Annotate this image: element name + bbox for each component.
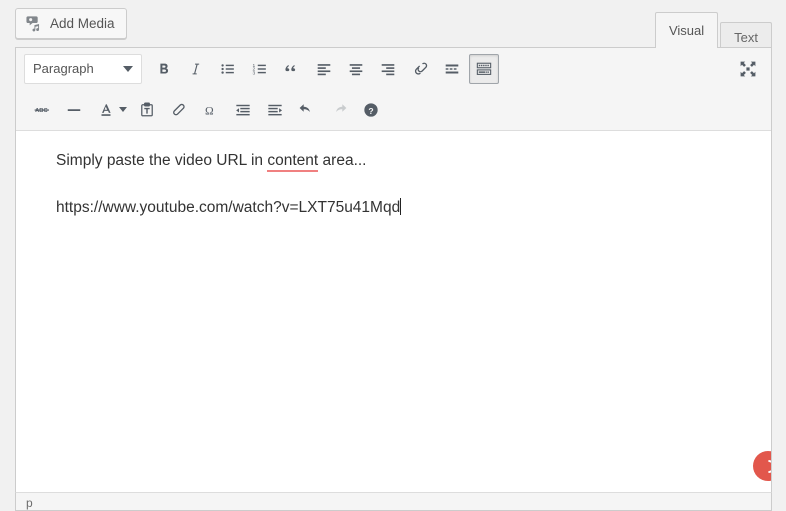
tinymce-editor: Paragraph 1 2 3 ABC Ω ? Simply paste the… <box>15 47 772 511</box>
clear-formatting-button[interactable] <box>164 95 194 125</box>
strikethrough-button[interactable]: ABC <box>27 95 57 125</box>
horizontal-line-button[interactable] <box>59 95 89 125</box>
content-paragraph-1: Simply paste the video URL in content ar… <box>56 149 751 174</box>
redo-button[interactable] <box>324 95 354 125</box>
special-character-button[interactable]: Ω <box>196 95 226 125</box>
italic-button[interactable] <box>181 54 211 84</box>
svg-text:?: ? <box>368 105 373 115</box>
chevron-down-icon <box>119 107 127 112</box>
content-paragraph-2: https://www.youtube.com/watch?v=LXT75u41… <box>56 196 751 221</box>
paste-as-text-button[interactable] <box>132 95 162 125</box>
editor-toolbar: Paragraph 1 2 3 ABC Ω ? <box>16 48 771 131</box>
toolbar-row-primary: Paragraph 1 2 3 <box>16 48 771 89</box>
add-media-button[interactable]: Add Media <box>15 8 127 39</box>
svg-text:3: 3 <box>252 70 255 76</box>
editor-content-area[interactable]: Simply paste the video URL in content ar… <box>16 131 771 487</box>
spinner-arc-icon <box>758 456 771 476</box>
align-center-button[interactable] <box>341 54 371 84</box>
decrease-indent-button[interactable] <box>228 95 258 125</box>
media-icon <box>25 15 43 33</box>
toolbar-toggle-button[interactable] <box>469 53 499 84</box>
tab-visual[interactable]: Visual <box>654 12 719 48</box>
bulleted-list-button[interactable] <box>213 54 243 84</box>
add-media-label: Add Media <box>50 16 115 31</box>
numbered-list-button[interactable]: 1 2 3 <box>245 54 275 84</box>
align-left-button[interactable] <box>309 54 339 84</box>
bold-button[interactable] <box>149 54 179 84</box>
svg-text:ABC: ABC <box>35 108 47 114</box>
editor-status-bar: p <box>15 492 772 511</box>
toolbar-row-secondary: ABC Ω ? <box>16 89 771 130</box>
chevron-down-icon <box>123 65 133 72</box>
text-caret <box>400 197 402 215</box>
editor-top-bar: Add Media Visual Text <box>0 0 786 53</box>
read-more-button[interactable] <box>437 54 467 84</box>
loading-badge[interactable] <box>753 451 771 481</box>
distraction-free-button[interactable] <box>733 54 763 84</box>
blockquote-button[interactable] <box>277 54 307 84</box>
text-color-dropdown[interactable] <box>116 95 130 125</box>
editor-mode-tabs: Visual Text <box>653 12 772 53</box>
svg-text:Ω: Ω <box>205 104 214 117</box>
paragraph-1-text-before: Simply paste the video URL in <box>56 152 268 169</box>
increase-indent-button[interactable] <box>260 95 290 125</box>
keyboard-shortcuts-button[interactable]: ? <box>356 95 386 125</box>
element-path[interactable]: p <box>26 496 33 510</box>
undo-button[interactable] <box>292 95 322 125</box>
format-select-value: Paragraph <box>33 61 94 76</box>
paragraph-1-text-after: area... <box>318 152 367 169</box>
align-right-button[interactable] <box>373 54 403 84</box>
misspelled-word: content <box>267 152 319 172</box>
video-url-text: https://www.youtube.com/watch?v=LXT75u41… <box>56 198 401 216</box>
format-select[interactable]: Paragraph <box>24 53 142 84</box>
insert-link-button[interactable] <box>405 54 435 84</box>
